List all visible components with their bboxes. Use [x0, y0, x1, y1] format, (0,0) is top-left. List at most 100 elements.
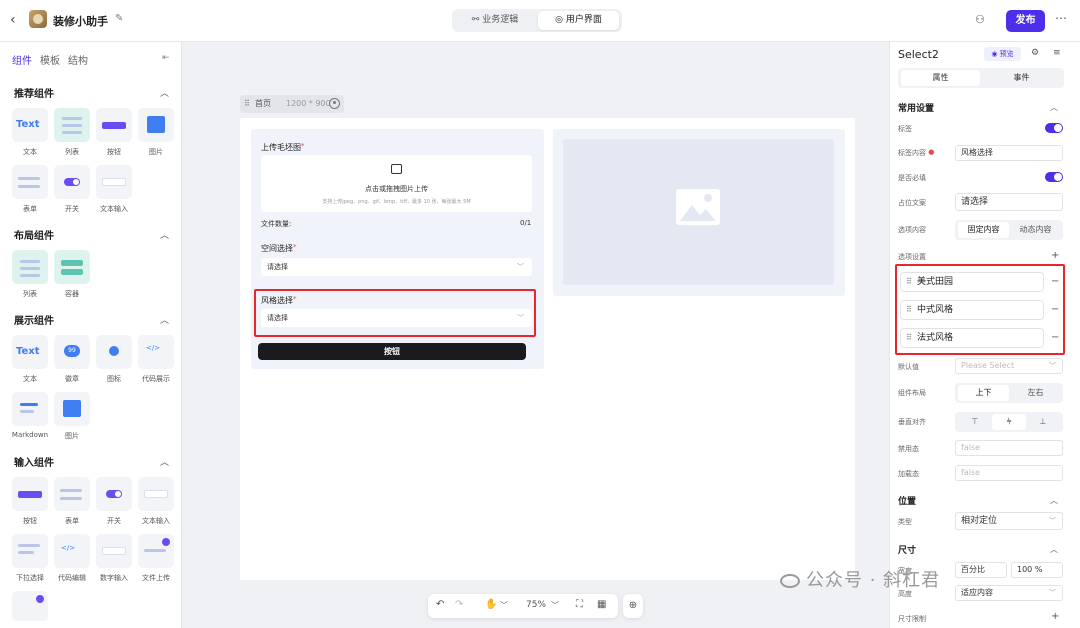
option-item[interactable]: ⠿ 法式风格	[900, 328, 1044, 348]
drag-handle-icon[interactable]: ⠿	[906, 301, 912, 319]
tab-user-interface[interactable]: ◎ 用户界面	[538, 11, 619, 30]
chevron-up-icon[interactable]: ︿	[160, 455, 169, 468]
disabled-input[interactable]: false	[955, 440, 1063, 456]
component-tile-markdown[interactable]	[12, 392, 48, 426]
vertical-align-switch: ⊤ ⫩ ⊥	[955, 412, 1063, 432]
collaborator-icon[interactable]: ⚇	[975, 13, 985, 26]
more-icon[interactable]: ⋯	[1055, 11, 1067, 25]
component-tile-text[interactable]: Text	[12, 108, 48, 142]
vertical-align-label: 垂直对齐	[898, 418, 926, 426]
component-tile-list[interactable]	[54, 108, 90, 142]
remove-option-icon[interactable]: −	[1051, 276, 1059, 287]
component-tile-icon[interactable]	[96, 335, 132, 369]
collapse-panel-icon[interactable]: ⇤	[162, 53, 170, 63]
component-tile-list-layout[interactable]	[12, 250, 48, 284]
component-tile-input-form[interactable]	[54, 477, 90, 511]
page-tag[interactable]: ⠿ 首页 1200 * 900	[240, 95, 344, 113]
text-tile-glyph: Text	[16, 119, 40, 130]
submit-button[interactable]: 按钮	[258, 343, 526, 360]
tab-events[interactable]: 事件	[982, 70, 1061, 86]
add-option-icon[interactable]: +	[1051, 250, 1059, 261]
undo-icon[interactable]: ↶	[436, 599, 444, 610]
label-content-input[interactable]: 风格选择	[955, 145, 1063, 161]
component-tile-display-image[interactable]	[54, 392, 90, 426]
drag-handle-icon[interactable]: ⠿	[244, 95, 250, 113]
chevron-up-icon[interactable]: ︿	[1050, 495, 1058, 506]
component-tile-text-input[interactable]	[96, 165, 132, 199]
redo-icon[interactable]: ↷	[455, 599, 463, 610]
edit-icon[interactable]: ✎	[115, 13, 123, 24]
drag-handle-icon[interactable]: ⠿	[906, 329, 912, 347]
height-mode-select[interactable]: 适应内容 ﹀	[955, 585, 1063, 601]
align-top-icon[interactable]: ⊤	[958, 414, 992, 430]
component-tile-code-editor[interactable]: </>	[54, 534, 90, 568]
component-tile-image[interactable]	[138, 108, 174, 142]
option-item[interactable]: ⠿ 美式田园	[900, 272, 1044, 292]
option-item[interactable]: ⠿ 中式风格	[900, 300, 1044, 320]
menu-icon[interactable]: ≡	[1053, 48, 1061, 58]
drag-handle-icon[interactable]: ⠿	[906, 273, 912, 291]
required-toggle[interactable]	[1045, 172, 1063, 182]
tab-properties[interactable]: 属性	[901, 70, 980, 86]
chevron-up-icon[interactable]: ︿	[1050, 544, 1058, 555]
component-tile-display-text[interactable]: Text	[12, 335, 48, 369]
pointer-icon[interactable]: ✋	[485, 599, 497, 610]
component-tile-input-button[interactable]	[12, 477, 48, 511]
chevron-up-icon[interactable]: ︿	[160, 228, 169, 241]
tab-structure[interactable]: 结构	[68, 56, 88, 67]
chevron-up-icon[interactable]: ︿	[160, 86, 169, 99]
component-tile-container[interactable]	[54, 250, 90, 284]
chevron-up-icon[interactable]: ︿	[1050, 102, 1058, 113]
component-tile-form[interactable]	[12, 165, 48, 199]
tab-business-logic[interactable]: ⚯ 业务逻辑	[455, 11, 535, 30]
component-tile-file-upload[interactable]	[138, 534, 174, 568]
component-tile-number-input[interactable]	[96, 534, 132, 568]
options-content-label: 选项内容	[898, 226, 926, 234]
label-toggle[interactable]	[1045, 123, 1063, 133]
add-page-icon[interactable]: ⊕	[623, 594, 643, 618]
component-tile-input-switch[interactable]	[96, 477, 132, 511]
component-tile-code-display[interactable]: </>	[138, 335, 174, 369]
options-mode-fixed[interactable]: 固定内容	[958, 222, 1009, 238]
layout-horizontal[interactable]: 左右	[1010, 385, 1061, 401]
tab-templates[interactable]: 模板	[40, 56, 60, 67]
publish-button[interactable]: 发布	[1006, 10, 1045, 32]
options-mode-dynamic[interactable]: 动态内容	[1010, 222, 1061, 238]
loading-input[interactable]: false	[955, 465, 1063, 481]
component-tile-input-text[interactable]	[138, 477, 174, 511]
tab-components[interactable]: 组件	[12, 56, 32, 67]
position-type-select[interactable]: 相对定位 ﹀	[955, 512, 1063, 530]
size-limit-label: 尺寸限制	[898, 615, 926, 623]
component-tile-dropdown[interactable]	[12, 534, 48, 568]
gear-icon[interactable]: ⚙	[1031, 48, 1039, 58]
width-value-input[interactable]: 100 %	[1011, 562, 1063, 578]
chevron-up-icon[interactable]: ︿	[160, 313, 169, 326]
image-upload-area[interactable]: 点击或拖拽图片上传 支持上传jpeg、png、gif、bmp、tiff，最多 1…	[261, 155, 532, 212]
style-select[interactable]: 请选择 ﹀	[261, 309, 532, 327]
tile-label: 文本输入	[100, 205, 128, 213]
remove-option-icon[interactable]: −	[1051, 332, 1059, 343]
add-size-limit-icon[interactable]: +	[1051, 611, 1059, 622]
component-tile-extra[interactable]	[12, 591, 48, 621]
upload-text: 点击或拖拽图片上传	[365, 185, 428, 193]
fit-screen-icon[interactable]: ⛶	[576, 599, 583, 610]
back-arrow-icon[interactable]: ‹	[10, 12, 24, 28]
zoom-level[interactable]: 75%	[526, 600, 546, 610]
grid-icon[interactable]: ▦	[597, 599, 606, 610]
component-tile-switch[interactable]	[54, 165, 90, 199]
space-select[interactable]: 请选择 ﹀	[261, 258, 532, 276]
play-icon[interactable]	[329, 98, 340, 109]
align-bottom-icon[interactable]: ⊥	[1026, 414, 1060, 430]
layout-vertical[interactable]: 上下	[958, 385, 1009, 401]
remove-option-icon[interactable]: −	[1051, 304, 1059, 315]
placeholder-input[interactable]: 请选择	[955, 193, 1063, 211]
preview-button[interactable]: ◉ 预览	[984, 47, 1021, 61]
width-mode-select[interactable]: 百分比	[955, 562, 1007, 578]
component-name: Select2	[898, 48, 939, 61]
default-value-select[interactable]: Please Select ﹀	[955, 358, 1063, 374]
component-tile-button[interactable]	[96, 108, 132, 142]
align-middle-icon[interactable]: ⫩	[992, 414, 1026, 430]
chevron-down-icon[interactable]: ﹀	[500, 600, 508, 611]
chevron-down-icon[interactable]: ﹀	[551, 600, 559, 611]
component-tile-badge[interactable]: 99	[54, 335, 90, 369]
